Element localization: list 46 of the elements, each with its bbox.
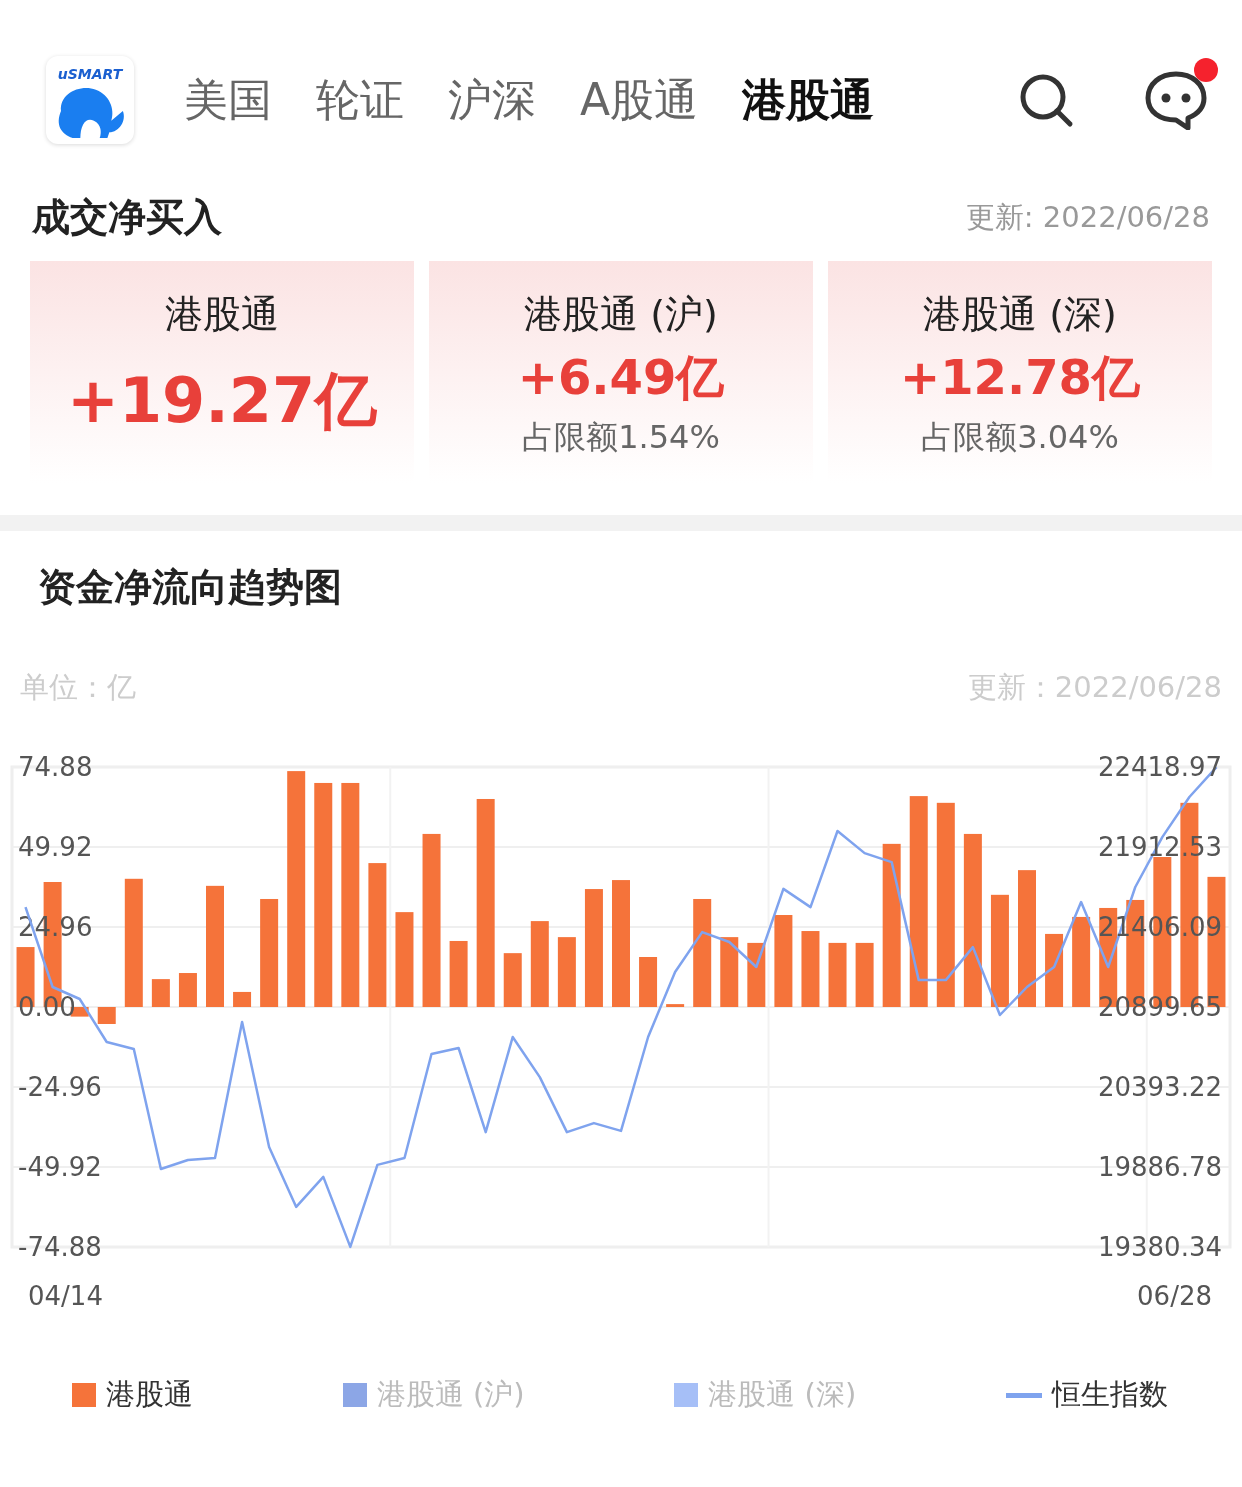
update-date: 更新: 2022/06/28 [965, 198, 1210, 236]
card-title: 港股通 (沪) [524, 291, 718, 338]
tab[interactable]: A股通 [580, 70, 699, 130]
search-icon[interactable] [1018, 72, 1074, 128]
axis-label: 19886.78 [1097, 1152, 1222, 1182]
axis-label: -24.96 [18, 1072, 102, 1102]
bar [557, 937, 576, 1007]
net-buy-value: +12.78亿 [899, 348, 1140, 407]
card-title: 港股通 [165, 291, 279, 338]
axis-label: 74.88 [18, 752, 93, 782]
date-label: 04/14 [28, 1280, 103, 1313]
bar [503, 953, 522, 1007]
bar [233, 991, 252, 1007]
axis-label: -74.88 [18, 1232, 102, 1262]
axis-label: 22418.97 [1097, 752, 1222, 782]
axis-label: 49.92 [18, 832, 93, 862]
card-title: 港股通 (深) [923, 291, 1117, 338]
bar [666, 1004, 685, 1007]
logo-text: uSMART [57, 66, 123, 82]
net-buy-value: +19.27亿 [66, 363, 378, 439]
legend-item[interactable]: 港股通 [72, 1375, 193, 1415]
bar [855, 942, 874, 1007]
bar [97, 1007, 116, 1024]
app-logo[interactable]: uSMART [46, 56, 134, 144]
tab[interactable]: 轮证 [316, 70, 404, 130]
tab[interactable]: 美国 [184, 70, 272, 130]
section-title: 成交净买入 [32, 194, 222, 241]
bar [639, 957, 658, 1007]
bar [720, 937, 739, 1007]
bar [151, 979, 170, 1007]
legend-item[interactable]: 恒生指数 [1005, 1375, 1168, 1415]
axis-label: 19380.34 [1097, 1232, 1222, 1262]
bar [178, 973, 197, 1007]
axis-label: 20393.22 [1097, 1072, 1222, 1102]
quota-text: 占限额3.04% [921, 417, 1119, 458]
axis-label: -49.92 [18, 1152, 102, 1182]
bar [449, 940, 468, 1007]
net-buy-value: +6.49亿 [517, 348, 725, 407]
tab[interactable]: 沪深 [448, 70, 536, 130]
bar [747, 942, 766, 1007]
section-title: 资金净流向趋势图 [37, 564, 343, 609]
tab[interactable]: 港股通 [742, 70, 875, 130]
bar [828, 942, 847, 1007]
chat-icon[interactable] [1144, 70, 1208, 130]
quota-text: 占限额1.54% [522, 417, 720, 458]
date-label: 06/28 [1137, 1280, 1212, 1313]
